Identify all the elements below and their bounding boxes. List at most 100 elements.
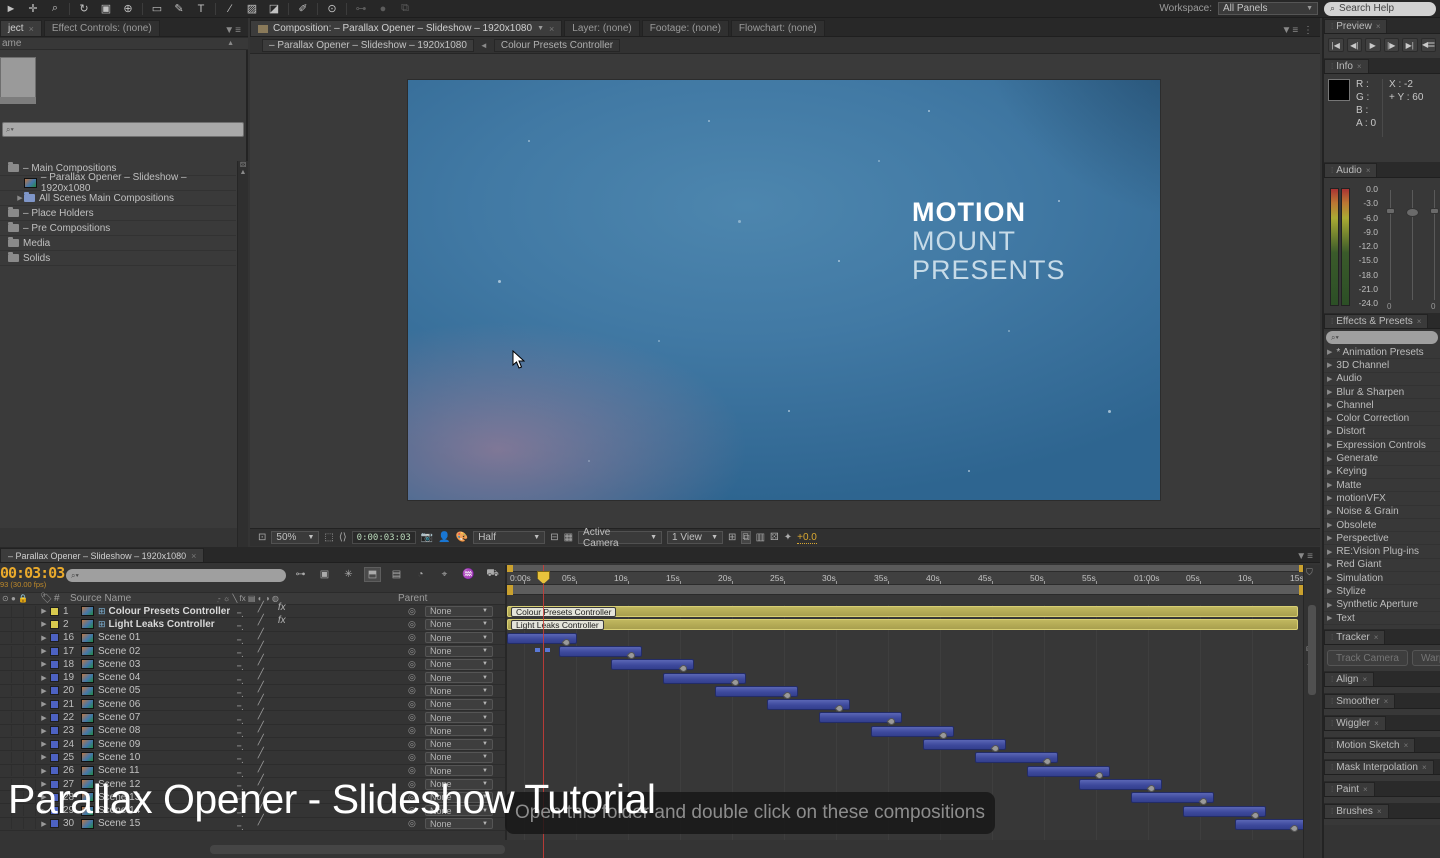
help-search-input[interactable]: ⌕ Search Help (1324, 2, 1436, 16)
type-tool[interactable]: T (190, 1, 212, 17)
pickwhip-icon[interactable]: ◎ (408, 765, 416, 776)
av-cell[interactable] (12, 739, 24, 750)
av-cell[interactable] (24, 765, 36, 776)
effects-category[interactable]: ▶RE:Vision Plug-ins (1324, 545, 1440, 558)
tab-footage[interactable]: Footage: (none) (642, 20, 729, 36)
work-area-bar[interactable] (507, 585, 1303, 595)
effects-category[interactable]: ▶Red Giant (1324, 559, 1440, 572)
av-cells[interactable] (0, 725, 38, 736)
twirl-icon[interactable]: ▶ (1327, 508, 1332, 516)
av-cell[interactable] (24, 712, 36, 723)
layer-name[interactable]: Scene 09 (98, 739, 140, 750)
av-cell[interactable] (12, 765, 24, 776)
track-camera-button[interactable]: Track Camera (1327, 650, 1408, 666)
twirl-icon[interactable]: ▶ (38, 714, 50, 722)
project-item[interactable]: – Parallax Opener – Slideshow – 1920x108… (0, 176, 236, 191)
layer-name[interactable]: Scene 05 (98, 685, 140, 696)
composition-viewer[interactable]: MOTION MOUNT PRESENTS (250, 54, 1320, 528)
effects-category[interactable]: ▶Expression Controls (1324, 439, 1440, 452)
roto-brush-tool[interactable]: ✐ (292, 1, 314, 17)
av-cell[interactable] (12, 606, 24, 617)
av-cell[interactable] (0, 632, 12, 643)
audio-button[interactable]: ◀𝄙 (1421, 38, 1437, 52)
camera-dropdown[interactable]: Active Camera▼ (578, 531, 662, 544)
show-snapshot-icon[interactable]: 👤 (438, 532, 450, 543)
channels-icon[interactable]: 🎨 (456, 532, 468, 543)
twirl-icon[interactable]: ▶ (38, 620, 50, 628)
twirl-icon[interactable]: ▶ (38, 700, 50, 708)
label-chip[interactable] (50, 633, 59, 642)
twirl-icon[interactable]: ▶ (38, 740, 50, 748)
av-cell[interactable] (12, 672, 24, 683)
effects-category[interactable]: ▶Matte (1324, 479, 1440, 492)
render-icon[interactable]: ⛟ (484, 567, 501, 582)
close-icon[interactable]: × (1422, 763, 1427, 772)
parent-dropdown[interactable]: None▼ (425, 725, 493, 736)
twirl-icon[interactable]: ▶ (1327, 548, 1332, 556)
av-cell[interactable] (0, 712, 12, 723)
label-chip[interactable] (50, 726, 59, 735)
close-icon[interactable]: × (1417, 317, 1422, 326)
view-layout-dropdown[interactable]: 1 View▼ (667, 531, 723, 544)
effects-category[interactable]: ▶Stylize (1324, 585, 1440, 598)
effects-category[interactable]: ▶motionVFX (1324, 492, 1440, 505)
scene-track-bar[interactable] (611, 659, 694, 670)
parent-dropdown[interactable]: None▼ (425, 699, 493, 710)
parent-dropdown[interactable]: None▼ (425, 632, 493, 643)
av-cell[interactable] (12, 646, 24, 657)
controller-track-bar[interactable]: Colour Presets Controller (507, 606, 1298, 617)
time-ruler[interactable]: 0:00s05s10s15s20s25s30s35s40s45s50s55s01… (507, 572, 1303, 585)
tab-audio[interactable]: ⁞ Audio× (1324, 163, 1377, 177)
twirl-icon[interactable]: ▶ (38, 647, 50, 655)
av-cell[interactable] (0, 699, 12, 710)
tab-wiggler[interactable]: ⁞Wiggler× (1324, 716, 1386, 730)
label-chip[interactable] (50, 686, 59, 695)
pickwhip-icon[interactable]: ◎ (408, 725, 416, 736)
label-chip[interactable] (50, 766, 59, 775)
av-cell[interactable] (24, 632, 36, 643)
av-cell[interactable] (24, 725, 36, 736)
play-button[interactable]: ▶ (1365, 38, 1381, 52)
effects-category[interactable]: ▶Generate (1324, 452, 1440, 465)
number-header[interactable]: # (54, 593, 70, 604)
project-item[interactable]: Media (0, 236, 236, 251)
composition-image[interactable]: MOTION MOUNT PRESENTS (408, 80, 1160, 500)
av-cells[interactable] (0, 672, 38, 683)
av-cells[interactable] (0, 646, 38, 657)
keyframe-marker[interactable] (1290, 823, 1300, 833)
viewer-timecode[interactable]: 0:00:03:03 (352, 531, 416, 544)
twirl-icon[interactable]: ▶ (38, 687, 50, 695)
scene-track-bar[interactable] (1027, 766, 1110, 777)
close-icon[interactable]: × (1377, 807, 1382, 816)
av-cell[interactable] (12, 659, 24, 670)
effects-category[interactable]: ▶Obsolete (1324, 519, 1440, 532)
effects-category[interactable]: ▶Audio (1324, 373, 1440, 386)
layer-name[interactable]: Scene 08 (98, 725, 140, 736)
parent-dropdown[interactable]: None▼ (425, 646, 493, 657)
twirl-icon[interactable]: ▶ (1327, 348, 1332, 356)
tab-align[interactable]: ⁞Align× (1324, 672, 1374, 686)
roi-icon[interactable]: ⬚ (324, 532, 333, 543)
effects-search-input[interactable]: ⌕▾ (1326, 331, 1438, 344)
av-cell[interactable] (0, 619, 12, 630)
av-cell[interactable] (0, 659, 12, 670)
tab-composition[interactable]: Composition: – Parallax Opener – Slidesh… (250, 20, 562, 36)
effects-category[interactable]: ▶Synthetic Aperture (1324, 599, 1440, 612)
parent-dropdown[interactable]: None▼ (425, 685, 493, 696)
twirl-icon[interactable]: ▶ (1327, 521, 1332, 529)
eraser-tool[interactable]: ◪ (263, 1, 285, 17)
chevron-down-icon[interactable]: ▼ (537, 25, 544, 32)
twirl-icon[interactable]: ▶ (1327, 401, 1332, 409)
pickwhip-icon[interactable]: ◎ (408, 659, 416, 670)
close-icon[interactable]: × (29, 24, 34, 34)
resolution-dropdown[interactable]: Half▼ (473, 531, 545, 544)
twirl-icon[interactable]: ▶ (38, 727, 50, 735)
effects-category[interactable]: ▶Perspective (1324, 532, 1440, 545)
comp-flowchart-icon[interactable]: ⊶ (292, 567, 309, 582)
tab-motion-sketch[interactable]: ⁞Motion Sketch× (1324, 738, 1415, 752)
av-cells[interactable] (0, 606, 38, 617)
timeline-hscrollbar[interactable] (210, 845, 505, 854)
time-navigator[interactable] (507, 565, 1303, 572)
av-cell[interactable] (24, 752, 36, 763)
panel-menu-icon[interactable]: ▼≡ ⋮ (1281, 25, 1320, 36)
